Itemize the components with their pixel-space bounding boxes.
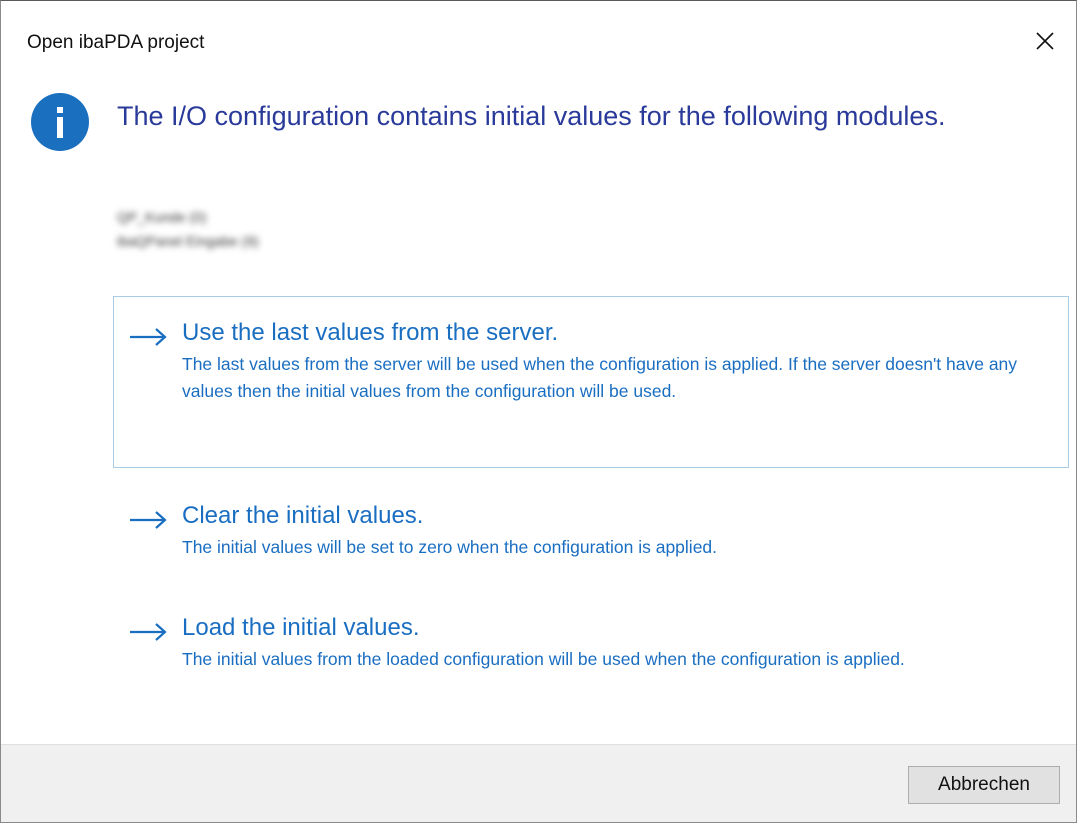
info-icon [31,93,89,151]
command-link-use-last-values[interactable]: Use the last values from the server. The… [113,296,1069,468]
command-description: The initial values will be set to zero w… [182,537,718,557]
command-title: Use the last values from the server. [182,319,559,346]
close-button[interactable] [1022,19,1068,63]
command-description: The initial values from the loaded confi… [182,649,905,669]
arrow-right-icon [130,623,167,641]
module-item: QP_Kunde (0) [117,209,207,225]
command-link-load-values[interactable]: Load the initial values. The initial val… [113,591,1069,719]
close-icon [1036,32,1054,50]
command-title: Clear the initial values. [182,502,424,529]
dialog-title: Open ibaPDA project [27,32,205,53]
title-bar: Open ibaPDA project [1,1,1076,83]
arrow-right-icon [130,328,167,346]
command-description: The last values from the server will be … [182,354,1018,401]
module-list: QP_Kunde (0) ibaQPanel Eingabe (9) [117,205,259,253]
module-item: ibaQPanel Eingabe (9) [117,233,259,249]
dialog-window: Open ibaPDA project The I/O configuratio… [0,0,1077,823]
cancel-button[interactable]: Abbrechen [908,766,1060,804]
arrow-right-icon [130,511,167,529]
command-link-clear-values[interactable]: Clear the initial values. The initial va… [113,479,1069,579]
main-instruction: The I/O configuration contains initial v… [117,101,946,131]
dialog-footer: Abbrechen [1,744,1076,822]
command-title: Load the initial values. [182,614,420,641]
